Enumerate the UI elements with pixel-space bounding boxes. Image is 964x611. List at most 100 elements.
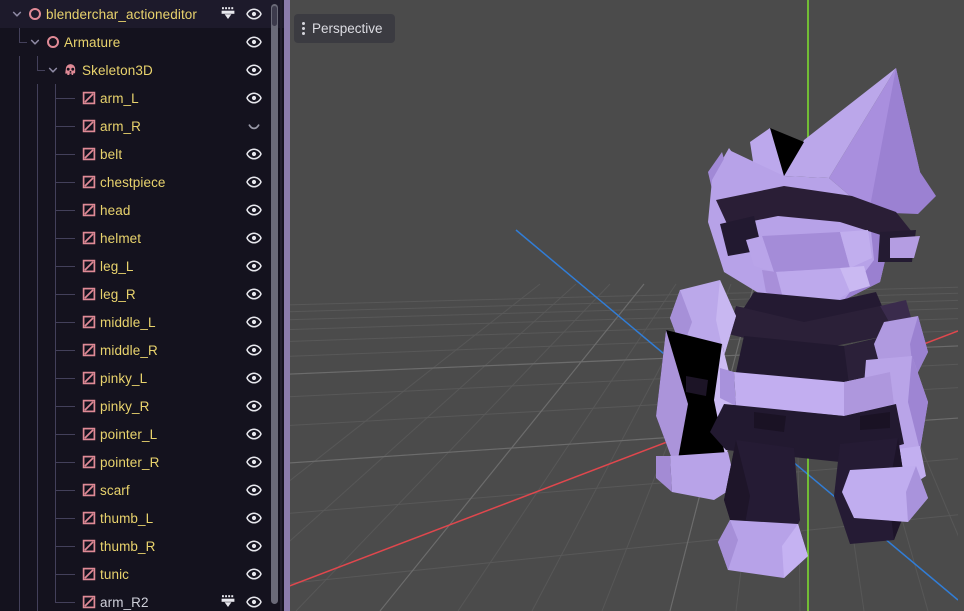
meshinstance3d-icon	[80, 476, 97, 504]
meshinstance3d-icon	[80, 336, 97, 364]
meshinstance3d-icon	[80, 588, 97, 611]
meshinstance3d-icon	[80, 532, 97, 560]
3d-viewport[interactable]: Perspective	[284, 0, 964, 611]
scrollbar-thumb[interactable]	[272, 6, 277, 26]
vertical-dots-icon	[302, 22, 305, 35]
eye-visible-icon[interactable]	[246, 454, 262, 470]
scene-tree-row[interactable]: middle_R	[0, 336, 284, 364]
meshinstance3d-icon	[80, 448, 97, 476]
eye-visible-icon[interactable]	[246, 90, 262, 106]
animation-player-icon[interactable]	[220, 594, 236, 610]
dock-viewport-splitter[interactable]	[284, 0, 290, 611]
scene-tree-row[interactable]: leg_L	[0, 252, 284, 280]
scene-tree-row[interactable]: pinky_R	[0, 392, 284, 420]
meshinstance3d-icon	[80, 84, 97, 112]
scene-tree-node-label: head	[100, 202, 131, 218]
row-action-icons	[246, 308, 262, 336]
scene-tree-node-label: leg_R	[100, 286, 136, 302]
scene-tree-node-label: Armature	[64, 34, 121, 50]
scene-tree-row[interactable]: middle_L	[0, 308, 284, 336]
row-action-icons	[246, 448, 262, 476]
eye-visible-icon[interactable]	[246, 34, 262, 50]
scene-tree-row[interactable]: arm_L	[0, 84, 284, 112]
eye-visible-icon[interactable]	[246, 398, 262, 414]
eye-visible-icon[interactable]	[246, 6, 262, 22]
scene-tree[interactable]: blenderchar_actioneditor Armature Skelet…	[0, 0, 284, 611]
eye-visible-icon[interactable]	[246, 62, 262, 78]
chevron-down-icon[interactable]	[10, 0, 24, 28]
node3d-icon	[26, 0, 43, 28]
scene-tree-row[interactable]: helmet	[0, 224, 284, 252]
scene-tree-row[interactable]: blenderchar_actioneditor	[0, 0, 284, 28]
meshinstance3d-icon	[80, 420, 97, 448]
row-action-icons	[246, 392, 262, 420]
scene-tree-row[interactable]: scarf	[0, 476, 284, 504]
meshinstance3d-icon	[80, 308, 97, 336]
scene-tree-row[interactable]: thumb_R	[0, 532, 284, 560]
perspective-label: Perspective	[312, 21, 383, 36]
scene-tree-row[interactable]: pointer_L	[0, 420, 284, 448]
perspective-menu-button[interactable]: Perspective	[294, 14, 395, 43]
chevron-down-icon[interactable]	[28, 28, 42, 56]
row-action-icons	[246, 476, 262, 504]
scene-tree-row[interactable]: arm_R	[0, 112, 284, 140]
eye-visible-icon[interactable]	[246, 426, 262, 442]
scene-tree-row[interactable]: leg_R	[0, 280, 284, 308]
eye-visible-icon[interactable]	[246, 538, 262, 554]
scene-tree-row[interactable]: arm_R2	[0, 588, 284, 611]
3d-scene-render[interactable]	[284, 0, 958, 611]
meshinstance3d-icon	[80, 560, 97, 588]
eye-visible-icon[interactable]	[246, 594, 262, 610]
row-action-icons	[220, 588, 262, 611]
scene-tree-row[interactable]: chestpiece	[0, 168, 284, 196]
scene-tree-row[interactable]: thumb_L	[0, 504, 284, 532]
eye-visible-icon[interactable]	[246, 286, 262, 302]
scene-tree-scrollbar[interactable]	[271, 4, 278, 604]
eye-visible-icon[interactable]	[246, 482, 262, 498]
eye-hidden-icon[interactable]	[246, 118, 262, 134]
eye-visible-icon[interactable]	[246, 314, 262, 330]
row-action-icons	[246, 168, 262, 196]
scene-tree-node-label: middle_R	[100, 342, 158, 358]
scene-tree-dock[interactable]: blenderchar_actioneditor Armature Skelet…	[0, 0, 284, 611]
scene-tree-row[interactable]: head	[0, 196, 284, 224]
row-action-icons	[246, 28, 262, 56]
eye-visible-icon[interactable]	[246, 566, 262, 582]
scene-tree-row[interactable]: belt	[0, 140, 284, 168]
row-action-icons	[246, 224, 262, 252]
row-action-icons	[246, 140, 262, 168]
meshinstance3d-icon	[80, 112, 97, 140]
row-action-icons	[246, 336, 262, 364]
meshinstance3d-icon	[80, 280, 97, 308]
row-action-icons	[246, 560, 262, 588]
row-action-icons	[220, 0, 262, 28]
meshinstance3d-icon	[80, 364, 97, 392]
scene-tree-node-label: arm_R2	[100, 594, 149, 610]
scene-tree-node-label: thumb_R	[100, 538, 156, 554]
row-action-icons	[246, 364, 262, 392]
eye-visible-icon[interactable]	[246, 174, 262, 190]
scene-tree-row[interactable]: Skeleton3D	[0, 56, 284, 84]
scene-tree-node-label: leg_L	[100, 258, 134, 274]
eye-visible-icon[interactable]	[246, 146, 262, 162]
scene-tree-row[interactable]: pinky_L	[0, 364, 284, 392]
eye-visible-icon[interactable]	[246, 258, 262, 274]
eye-visible-icon[interactable]	[246, 510, 262, 526]
chevron-down-icon[interactable]	[46, 56, 60, 84]
godot-editor-window: blenderchar_actioneditor Armature Skelet…	[0, 0, 964, 611]
scene-tree-row[interactable]: pointer_R	[0, 448, 284, 476]
scene-tree-node-label: thumb_L	[100, 510, 154, 526]
scene-tree-node-label: blenderchar_actioneditor	[46, 6, 197, 22]
row-action-icons	[246, 252, 262, 280]
eye-visible-icon[interactable]	[246, 370, 262, 386]
scene-tree-row[interactable]: Armature	[0, 28, 284, 56]
animation-player-icon[interactable]	[220, 6, 236, 22]
row-action-icons	[246, 532, 262, 560]
eye-visible-icon[interactable]	[246, 202, 262, 218]
row-action-icons	[246, 112, 262, 140]
eye-visible-icon[interactable]	[246, 342, 262, 358]
scene-tree-node-label: middle_L	[100, 314, 156, 330]
scene-tree-row[interactable]: tunic	[0, 560, 284, 588]
eye-visible-icon[interactable]	[246, 230, 262, 246]
scene-tree-node-label: arm_L	[100, 90, 139, 106]
